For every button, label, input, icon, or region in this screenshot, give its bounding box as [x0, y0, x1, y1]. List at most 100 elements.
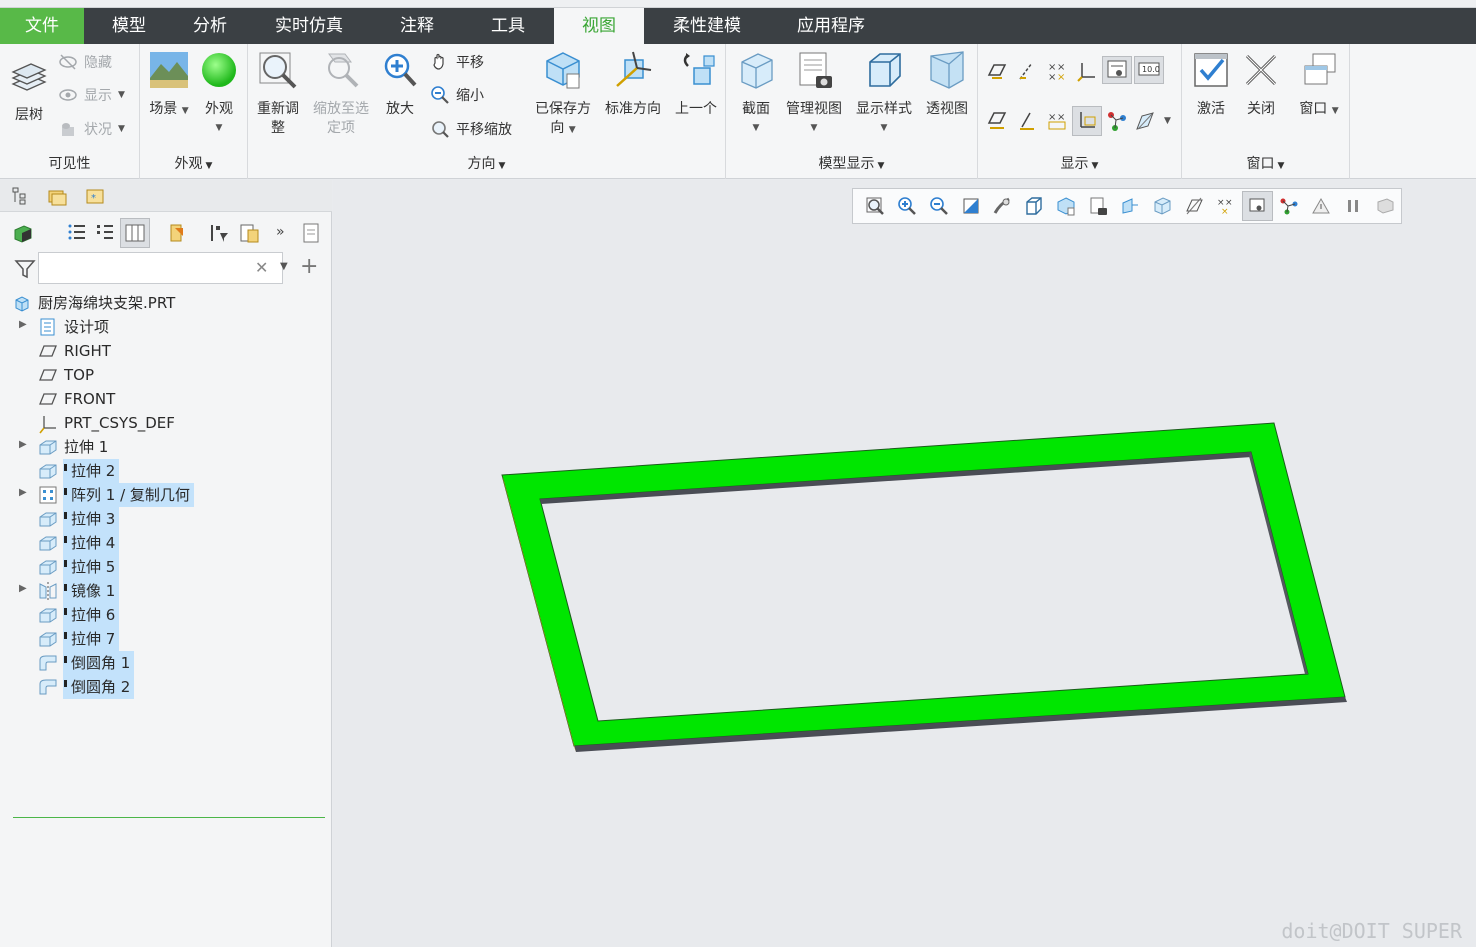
graphics-viewport[interactable]: × × × doit@DOIT SUPER	[333, 180, 1476, 947]
3d-notes-icon[interactable]	[1134, 110, 1156, 132]
tree-node[interactable]: ▶ 设计项	[0, 315, 332, 339]
tab-live-simulation[interactable]: 实时仿真	[246, 8, 372, 44]
tree-node[interactable]: TOP	[0, 363, 332, 387]
manage-views-button[interactable]: 管理视图 ▼	[782, 50, 846, 138]
more-tools-icon[interactable]: »	[276, 224, 285, 240]
chevron-down-icon: ▼	[181, 106, 189, 116]
model-settings-icon[interactable]	[12, 222, 34, 244]
pan-zoom-button[interactable]: 平移缩放	[430, 117, 512, 141]
standard-orientation-button[interactable]: 标准方向	[600, 50, 666, 119]
spin-center-icon[interactable]	[1106, 110, 1128, 132]
point-display-icon[interactable]: × ×× ×	[1046, 60, 1068, 82]
section-button[interactable]: 截面 ▼	[732, 50, 780, 138]
zoom-in-button[interactable]: 放大	[378, 50, 422, 119]
extrude-icon	[38, 534, 58, 552]
layer-tree-button[interactable]: 层树	[6, 56, 52, 125]
chevron-down-icon[interactable]: ▼	[1164, 116, 1171, 126]
tree-node-label: TOP	[64, 366, 95, 384]
tree-node[interactable]: 拉伸 3	[0, 507, 332, 531]
tab-annotate[interactable]: 注释	[372, 8, 462, 44]
tree-node[interactable]: 拉伸 6	[0, 603, 332, 627]
tab-flexible-modeling[interactable]: 柔性建模	[644, 8, 770, 44]
folder-browser-tab-icon[interactable]	[46, 185, 68, 207]
expand-arrow-icon[interactable]: ▶	[19, 319, 27, 330]
hide-button[interactable]: 隐藏	[58, 50, 112, 74]
expand-arrow-icon[interactable]: ▶	[19, 583, 27, 594]
show-button[interactable]: 显示 ▼	[58, 83, 125, 107]
perspective-button[interactable]: 透视图	[920, 50, 974, 119]
extrude-icon	[38, 558, 58, 576]
pan-button[interactable]: 平移	[430, 50, 484, 74]
tree-node[interactable]: 拉伸 2	[0, 459, 332, 483]
layer-tree-label: 层树	[15, 107, 43, 123]
dimension-display-toggle[interactable]: 10.0	[1134, 56, 1164, 84]
tree-node[interactable]: 拉伸 5	[0, 555, 332, 579]
previous-orientation-button[interactable]: 上一个	[670, 50, 722, 119]
tree-filter-icon[interactable]	[208, 222, 230, 244]
annotation-display-toggle[interactable]	[1102, 56, 1132, 84]
columns-icon	[125, 224, 145, 242]
filter-funnel-icon[interactable]	[14, 258, 36, 280]
status-button[interactable]: 状况 ▼	[58, 117, 125, 141]
tree-root[interactable]: 厨房海绵块支架.PRT	[0, 291, 332, 315]
favorites-tab-icon[interactable]: *	[84, 185, 106, 207]
mirror-icon	[38, 582, 58, 600]
tab-analysis[interactable]: 分析	[174, 8, 246, 44]
tree-node[interactable]: RIGHT	[0, 339, 332, 363]
scene-button[interactable]: 场景 ▼	[146, 50, 192, 121]
close-window-button[interactable]: 关闭	[1238, 50, 1284, 119]
csys-tag-toggle[interactable]	[1072, 106, 1102, 136]
tree-node[interactable]: ▶ 阵列 1 / 复制几何	[0, 483, 332, 507]
tree-list-icon[interactable]	[66, 222, 88, 244]
zoom-to-selected-button[interactable]: 缩放至选 定项	[308, 50, 374, 138]
search-options-chevron-icon[interactable]: ▼	[280, 261, 288, 272]
tab-tools[interactable]: 工具	[462, 8, 554, 44]
plane-tag-icon[interactable]	[986, 110, 1008, 132]
point-tag-icon[interactable]: × ×	[1046, 110, 1068, 132]
tree-search-input[interactable]	[38, 252, 283, 284]
zoom-out-button[interactable]: 缩小	[430, 83, 484, 107]
windows-button[interactable]: 窗口 ▼	[1290, 50, 1348, 121]
tree-node[interactable]: 拉伸 4	[0, 531, 332, 555]
tab-view[interactable]: 视图	[554, 8, 644, 44]
pan-label: 平移	[456, 55, 484, 71]
activate-button[interactable]: 激活	[1188, 50, 1234, 119]
tab-applications[interactable]: 应用程序	[770, 8, 892, 44]
model-tree-tab-icon[interactable]	[10, 185, 32, 207]
expand-arrow-icon[interactable]: ▶	[19, 487, 27, 498]
zoom-to-selected-icon	[328, 53, 359, 88]
model-frame-3d[interactable]	[333, 180, 1476, 947]
tab-file[interactable]: 文件	[0, 8, 84, 44]
chevron-down-icon: ▼	[752, 123, 760, 133]
tree-node[interactable]: PRT_CSYS_DEF	[0, 411, 332, 435]
pan-zoom-label: 平移缩放	[456, 122, 512, 138]
previous-orientation-icon	[683, 53, 715, 85]
refit-button[interactable]: 重新调 整	[254, 50, 302, 138]
tree-node[interactable]: 倒圆角 2	[0, 675, 332, 699]
tree-node[interactable]: ▶ 镜像 1	[0, 579, 332, 603]
axis-tag-icon[interactable]	[1016, 110, 1038, 132]
saved-orientations-button[interactable]: 已保存方 向 ▼	[530, 50, 596, 140]
clear-search-icon[interactable]: ✕	[255, 258, 268, 277]
plane-display-icon[interactable]	[986, 60, 1008, 82]
tab-model[interactable]: 模型	[84, 8, 174, 44]
expand-arrow-icon[interactable]: ▶	[19, 439, 27, 450]
tree-node[interactable]: 拉伸 7	[0, 627, 332, 651]
tree-node-label: 拉伸 2	[63, 459, 120, 483]
extrude-icon	[38, 510, 58, 528]
appearance-button[interactable]: 外观 ▼	[198, 50, 240, 138]
tree-node[interactable]: FRONT	[0, 387, 332, 411]
notes-icon[interactable]	[300, 222, 322, 244]
tree-settings-icon[interactable]	[238, 222, 260, 244]
columns-toggle[interactable]	[120, 218, 150, 248]
show-highlight-icon[interactable]	[166, 222, 188, 244]
add-filter-icon[interactable]: +	[300, 254, 318, 279]
display-style-button[interactable]: 显示样式 ▼	[852, 50, 916, 138]
tree-expand-icon[interactable]	[94, 222, 116, 244]
csys-display-icon[interactable]	[1076, 60, 1098, 82]
perspective-icon	[930, 51, 964, 89]
tree-node[interactable]: ▶ 拉伸 1	[0, 435, 332, 459]
axis-display-icon[interactable]	[1016, 60, 1038, 82]
tree-node[interactable]: 倒圆角 1	[0, 651, 332, 675]
close-icon	[1245, 54, 1277, 86]
